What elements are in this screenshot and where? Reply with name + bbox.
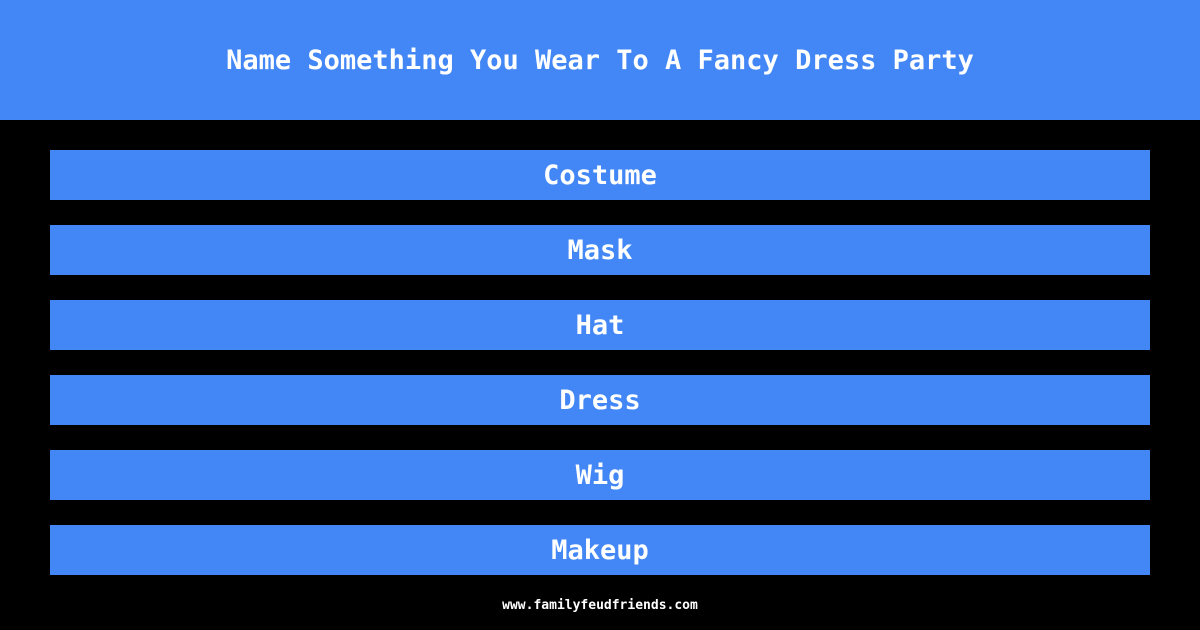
question-header: Name Something You Wear To A Fancy Dress… [0, 0, 1200, 120]
answer-item: Costume [50, 150, 1150, 200]
answer-item: Hat [50, 300, 1150, 350]
answer-item: Mask [50, 225, 1150, 275]
answer-list: Costume Mask Hat Dress Wig Makeup [50, 150, 1150, 600]
answer-item: Dress [50, 375, 1150, 425]
answer-item: Makeup [50, 525, 1150, 575]
answer-item: Wig [50, 450, 1150, 500]
question-title: Name Something You Wear To A Fancy Dress… [226, 44, 974, 76]
site-url: www.familyfeudfriends.com [502, 598, 698, 613]
